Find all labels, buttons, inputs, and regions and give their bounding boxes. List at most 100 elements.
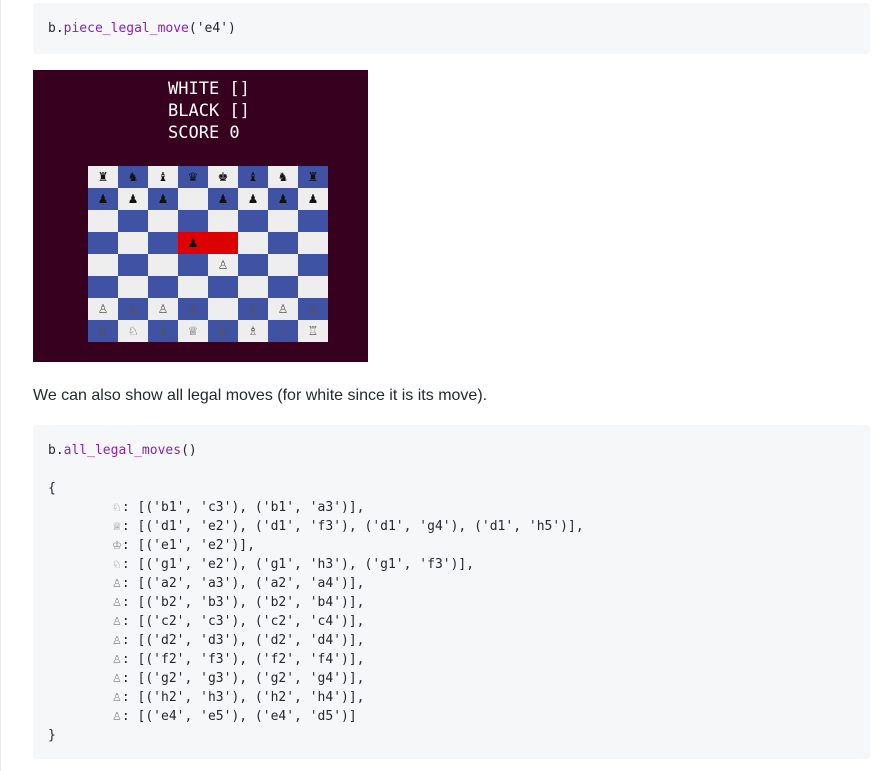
black-piece-icon: ♟ xyxy=(97,192,109,206)
square-e1: ♔ xyxy=(208,320,238,342)
move-list-text: : [('b2', 'b3'), ('b2', 'b4')], xyxy=(121,595,365,610)
white-piece-icon: ♗ xyxy=(247,324,259,338)
square-f2: ♙ xyxy=(238,298,268,320)
move-entry: ♔: [('e1', 'e2')], xyxy=(48,536,855,555)
square-b6 xyxy=(118,210,148,232)
white-piece-icon: ♙ xyxy=(127,302,139,316)
square-e6 xyxy=(208,210,238,232)
square-g3 xyxy=(268,276,298,298)
white-piece-icon: ♕ xyxy=(187,324,199,338)
black-piece-icon: ♝ xyxy=(247,170,259,184)
square-b5 xyxy=(118,232,148,254)
square-c8: ♝ xyxy=(148,166,178,188)
code-args: ('e4') xyxy=(188,21,236,36)
move-list-text: : [('c2', 'c3'), ('c2', 'c4')], xyxy=(121,614,365,629)
square-e5 xyxy=(208,232,238,254)
code-dot: . xyxy=(55,443,64,458)
white-piece-icon: ♙ xyxy=(247,302,259,316)
square-d8: ♛ xyxy=(178,166,208,188)
piece-icon: ♘ xyxy=(112,501,122,514)
piece-icon: ♙ xyxy=(112,596,122,609)
square-d4 xyxy=(178,254,208,276)
move-list-text: : [('g1', 'e2'), ('g1', 'h3'), ('g1', 'f… xyxy=(121,557,475,572)
move-entry: ♙: [('a2', 'a3'), ('a2', 'a4')], xyxy=(48,574,855,593)
square-h4 xyxy=(298,254,328,276)
code-method: all_legal_moves xyxy=(63,443,182,458)
square-c6 xyxy=(148,210,178,232)
black-piece-icon: ♛ xyxy=(187,170,199,184)
square-e4: ♙ xyxy=(208,254,238,276)
code-call-line: b.all_legal_moves() xyxy=(48,441,855,460)
black-piece-icon: ♟ xyxy=(307,192,319,206)
page-left-border xyxy=(0,0,1,771)
black-piece-icon: ♟ xyxy=(127,192,139,206)
square-b4 xyxy=(118,254,148,276)
move-entry: ♙: [('h2', 'h3'), ('h2', 'h4')], xyxy=(48,688,855,707)
black-piece-icon: ♜ xyxy=(307,170,319,184)
black-piece-icon: ♟ xyxy=(157,192,169,206)
code-object: b xyxy=(48,443,56,458)
white-piece-icon: ♗ xyxy=(157,324,169,338)
white-piece-icon: ♙ xyxy=(157,302,169,316)
moves-list: ♘: [('b1', 'c3'), ('b1', 'a3')], ♕: [('d1… xyxy=(48,498,855,726)
square-f5 xyxy=(238,232,268,254)
square-c4 xyxy=(148,254,178,276)
black-piece-icon: ♞ xyxy=(127,170,139,184)
move-entry: ♙: [('e4', 'e5'), ('e4', 'd5')] xyxy=(48,707,855,726)
square-h2: ♙ xyxy=(298,298,328,320)
square-d1: ♕ xyxy=(178,320,208,342)
chess-board: ♜ ♞ ♝ ♛ ♚ ♝ ♞ ♜ ♟ ♟ ♟ ♟ ♟ ♟ ♟ ♟ ♙ ♙ ♙ ♙ ♙ ♙ ♙ ♙ ♖ ♘ ♗ ♕ ♔ ♗ ♘ ♖ xyxy=(88,166,328,342)
square-h8: ♜ xyxy=(298,166,328,188)
piece-icon: ♙ xyxy=(112,634,122,647)
square-c1: ♗ xyxy=(148,320,178,342)
square-e7: ♟ xyxy=(208,188,238,210)
white-piece-icon: ♙ xyxy=(97,302,109,316)
black-captures: BLACK [] xyxy=(168,101,250,121)
square-g8: ♞ xyxy=(268,166,298,188)
move-list-text: : [('f2', 'f3'), ('f2', 'f4')], xyxy=(121,652,365,667)
square-h7: ♟ xyxy=(298,188,328,210)
square-b7: ♟ xyxy=(118,188,148,210)
square-f4 xyxy=(238,254,268,276)
square-b8: ♞ xyxy=(118,166,148,188)
square-h6 xyxy=(298,210,328,232)
move-entry: ♘: [('g1', 'e2'), ('g1', 'h3'), ('g1', '… xyxy=(48,555,855,574)
white-piece-icon: ♙ xyxy=(217,258,229,272)
code-cell-all-legal-moves[interactable]: b.all_legal_moves() { ♘: [('b1', 'c3'), … xyxy=(33,425,870,759)
move-list-text: : [('g2', 'g3'), ('g2', 'g4')], xyxy=(121,671,365,686)
piece-icon: ♔ xyxy=(112,539,122,552)
square-d6 xyxy=(178,210,208,232)
square-b2: ♙ xyxy=(118,298,148,320)
piece-icon: ♙ xyxy=(112,653,122,666)
square-g4 xyxy=(268,254,298,276)
square-g5 xyxy=(268,232,298,254)
square-a2: ♙ xyxy=(88,298,118,320)
piece-icon: ♙ xyxy=(112,691,122,704)
square-g2: ♙ xyxy=(268,298,298,320)
square-h5 xyxy=(298,232,328,254)
square-h1: ♖ xyxy=(298,320,328,342)
black-piece-icon: ♟ xyxy=(247,192,259,206)
square-c3 xyxy=(148,276,178,298)
square-g1: ♘ xyxy=(268,320,298,342)
move-entry: ♙: [('d2', 'd3'), ('d2', 'd4')], xyxy=(48,631,855,650)
square-f3 xyxy=(238,276,268,298)
square-g7: ♟ xyxy=(268,188,298,210)
score-text: SCORE 0 xyxy=(168,123,240,143)
move-list-text: : [('e4', 'e5'), ('e4', 'd5')] xyxy=(121,709,357,724)
move-entry: ♙: [('b2', 'b3'), ('b2', 'b4')], xyxy=(48,593,855,612)
square-f7: ♟ xyxy=(238,188,268,210)
square-f8: ♝ xyxy=(238,166,268,188)
chess-game-output: WHITE [] BLACK [] SCORE 0 ♜ ♞ ♝ ♛ ♚ ♝ ♞ ♜ ♟ ♟ ♟ ♟ ♟ ♟… xyxy=(33,70,368,362)
move-list-text: : [('e1', 'e2')], xyxy=(121,538,255,553)
move-entry: ♕: [('d1', 'e2'), ('d1', 'f3'), ('d1', '… xyxy=(48,517,855,536)
square-f1: ♗ xyxy=(238,320,268,342)
square-c5 xyxy=(148,232,178,254)
piece-icon: ♙ xyxy=(112,615,122,628)
square-e8: ♚ xyxy=(208,166,238,188)
piece-icon: ♘ xyxy=(112,558,122,571)
white-piece-icon: ♙ xyxy=(187,302,199,316)
code-cell-piece-legal-move[interactable]: b.piece_legal_move('e4') xyxy=(33,3,870,54)
black-piece-icon: ♟ xyxy=(187,236,199,250)
white-piece-icon: ♖ xyxy=(307,324,319,338)
